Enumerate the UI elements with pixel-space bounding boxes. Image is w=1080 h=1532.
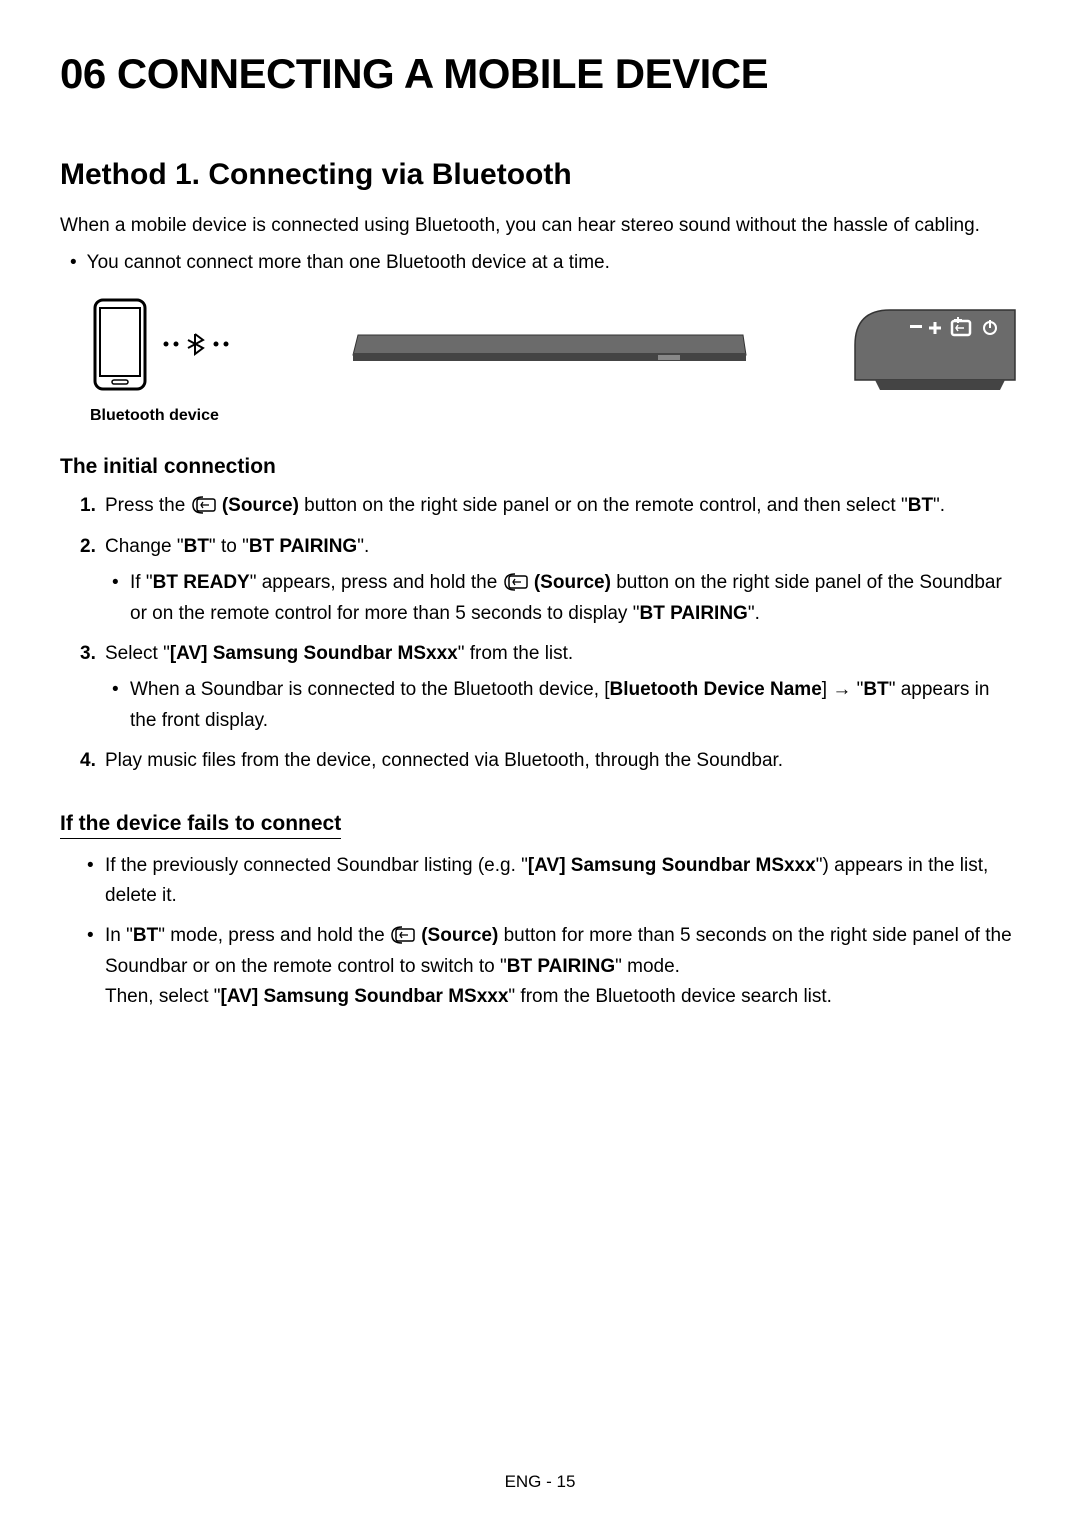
step-2-sub: If "BT READY" appears, press and hold th… (130, 568, 1020, 629)
connection-diagram (90, 292, 1020, 402)
step-4: 4. Play music files from the device, con… (80, 746, 1020, 776)
source-label: (Source) (529, 572, 611, 593)
chapter-title: 06 CONNECTING A MOBILE DEVICE (60, 50, 1020, 98)
av-soundbar-label: [AV] Samsung Soundbar MSxxx (221, 986, 509, 1007)
step-text: " from the list. (458, 643, 574, 664)
fail-text: " mode, press and hold the (158, 926, 390, 947)
step-text: Play music files from the device, connec… (105, 750, 783, 771)
fail-text: If the previously connected Soundbar lis… (105, 855, 528, 876)
bluetooth-signal-icon (158, 329, 238, 366)
bt-ready-label: BT READY (153, 572, 250, 593)
method-title: Method 1. Connecting via Bluetooth (60, 158, 1020, 192)
step-2: 2. Change "BT" to "BT PAIRING". If "BT R… (80, 532, 1020, 629)
bt-label: BT (863, 679, 888, 700)
diagram-label: Bluetooth device (90, 407, 1020, 425)
source-icon (191, 491, 217, 521)
initial-connection-heading: The initial connection (60, 455, 1020, 479)
step-text: Select " (105, 643, 170, 664)
step-number: 1. (80, 491, 96, 521)
step-text: " to " (209, 536, 249, 557)
step-number: 4. (80, 746, 96, 776)
step-number: 2. (80, 532, 96, 562)
source-icon (390, 921, 416, 951)
step-1: 1. Press the (Source) button on the righ… (80, 491, 1020, 522)
fails-heading: If the device fails to connect (60, 812, 1020, 839)
bt-label: BT (908, 495, 933, 516)
bluetooth-device-name-label: Bluetooth Device Name (610, 679, 822, 700)
fail-text: In " (105, 926, 133, 947)
av-soundbar-label: [AV] Samsung Soundbar MSxxx (170, 643, 458, 664)
page-footer: ENG - 15 (0, 1472, 1080, 1492)
fail-text: Then, select " (105, 986, 221, 1007)
step-number: 3. (80, 639, 96, 669)
step-3: 3. Select "[AV] Samsung Soundbar MSxxx" … (80, 639, 1020, 736)
fail-item-1: If the previously connected Soundbar lis… (105, 851, 1020, 912)
av-soundbar-label: [AV] Samsung Soundbar MSxxx (528, 855, 816, 876)
sub-text: When a Soundbar is connected to the Blue… (130, 679, 610, 700)
fails-heading-text: If the device fails to connect (60, 812, 341, 839)
step-text: ". (357, 536, 369, 557)
sub-text: ] → " (822, 679, 864, 700)
intro-text: When a mobile device is connected using … (60, 212, 1020, 241)
source-label: (Source) (217, 495, 299, 516)
sub-text: " appears, press and hold the (250, 572, 503, 593)
bt-pairing-label: BT PAIRING (507, 956, 615, 977)
step-text: ". (933, 495, 945, 516)
bt-label: BT (133, 926, 158, 947)
source-icon (503, 568, 529, 598)
sub-text: ". (748, 603, 760, 624)
soundbar-icon (261, 325, 835, 370)
sub-text: If " (130, 572, 153, 593)
step-text: button on the right side panel or on the… (299, 495, 908, 516)
bt-pairing-label: BT PAIRING (249, 536, 357, 557)
top-bullet-item: You cannot connect more than one Bluetoo… (90, 249, 1020, 278)
bt-label: BT (184, 536, 209, 557)
step-3-sub: When a Soundbar is connected to the Blue… (130, 675, 1020, 736)
fail-item-2: In "BT" mode, press and hold the (Source… (105, 921, 1020, 1012)
step-text: Change " (105, 536, 184, 557)
source-label: (Source) (416, 926, 498, 947)
fail-text: " mode. (615, 956, 680, 977)
phone-icon (90, 297, 150, 397)
bt-pairing-label: BT PAIRING (639, 603, 747, 624)
fail-text: " from the Bluetooth device search list. (508, 986, 832, 1007)
step-text: Press the (105, 495, 191, 516)
control-panel-icon (850, 295, 1020, 400)
